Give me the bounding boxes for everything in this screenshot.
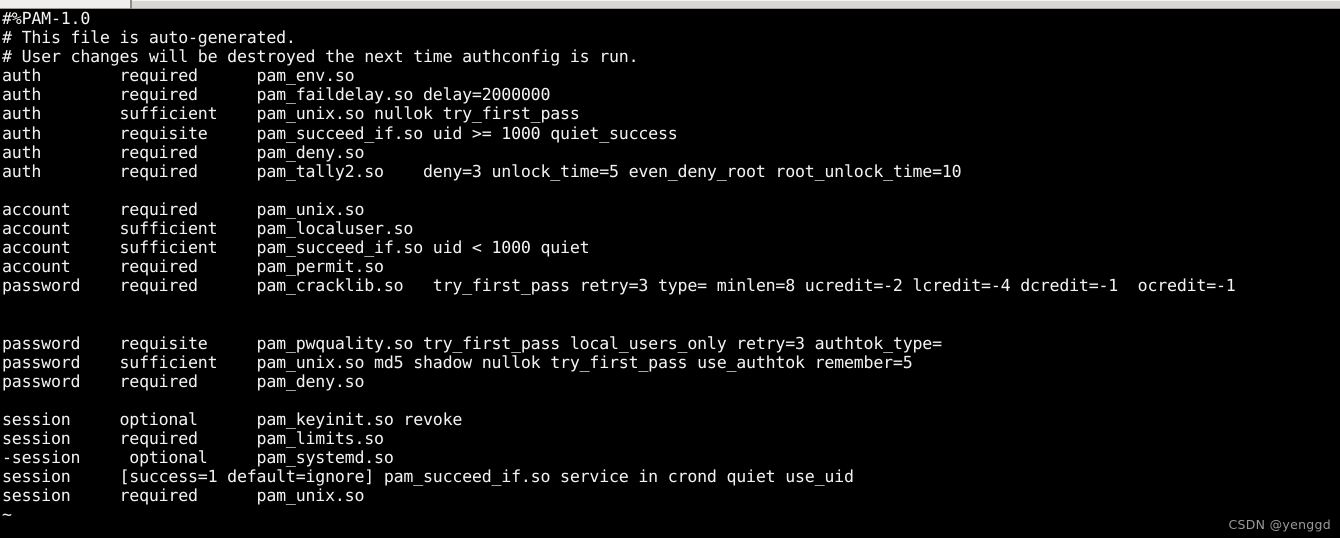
terminal-line: ~ [2,505,12,525]
terminal-line: auth required pam_env.so [2,66,355,86]
window-chrome-strip [0,0,1340,9]
window-chrome-right-segment [132,0,1340,9]
terminal-line: password required pam_cracklib.so try_fi… [2,276,1236,296]
terminal-line: auth required pam_tally2.so deny=3 unloc… [2,161,962,181]
terminal-line: session required pam_unix.so [2,486,365,506]
terminal-line: session optional pam_keyinit.so revoke [2,409,463,429]
terminal-line: auth required pam_faildelay.so delay=200… [2,85,551,105]
terminal-window: #%PAM-1.0 # This file is auto-generated. #… [0,0,1340,538]
terminal-line: account sufficient pam_succeed_if.so uid… [2,238,590,258]
terminal-line: account required pam_unix.so [2,199,365,219]
terminal-line: password required pam_deny.so [2,371,365,391]
terminal-line: auth requisite pam_succeed_if.so uid >= … [2,123,678,143]
terminal-line: account sufficient pam_localuser.so [2,219,414,239]
terminal-line: #%PAM-1.0 [2,9,91,28]
terminal-line: password sufficient pam_unix.so md5 shad… [2,352,913,372]
csdn-watermark: CSDN @yenggd [1228,517,1331,532]
terminal-line: account required pam_permit.so [2,257,384,277]
terminal-line: -session optional pam_systemd.so [2,448,394,468]
terminal-text-area[interactable]: #%PAM-1.0 # This file is auto-generated. #… [0,9,1340,538]
terminal-line: session required pam_limits.so [2,429,384,449]
terminal-line: # This file is auto-generated. [2,28,296,48]
terminal-line: session [success=1 default=ignore] pam_s… [2,467,854,487]
terminal-line: auth required pam_deny.so [2,142,365,162]
terminal-line: auth sufficient pam_unix.so nullok try_f… [2,104,580,124]
terminal-line: # User changes will be destroyed the nex… [2,47,639,67]
terminal-line: password requisite pam_pwquality.so try_… [2,333,942,353]
window-chrome-left-segment [0,0,130,9]
